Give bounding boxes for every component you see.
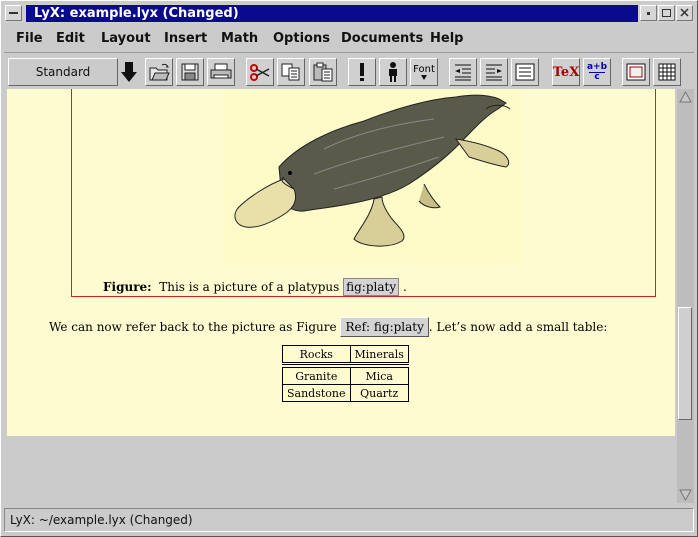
small-table[interactable]: Rocks Minerals Granite Mica Sandstone Qu…	[282, 345, 409, 402]
table-cell[interactable]: Sandstone	[282, 384, 351, 402]
lyx-window: LyX: example.lyx (Changed) File Edit Lay…	[0, 0, 698, 537]
unindent-icon	[455, 64, 471, 81]
arrow-down-icon	[121, 62, 137, 82]
paragraph-style-select[interactable]: Standard	[8, 58, 118, 86]
close-button[interactable]	[676, 5, 693, 21]
insert-table-button[interactable]	[653, 58, 681, 86]
menu-insert[interactable]: Insert	[164, 31, 207, 46]
emphasize-button[interactable]	[348, 58, 376, 86]
figure-caption-text: This is a picture of a platypus	[159, 280, 340, 294]
menu-options[interactable]: Options	[273, 31, 330, 46]
title-bar[interactable]: LyX: example.lyx (Changed)	[4, 4, 694, 23]
cut-button[interactable]	[246, 58, 274, 86]
font-label: Font	[413, 63, 435, 75]
depth-plus-button[interactable]	[480, 58, 508, 86]
figure-icon	[626, 63, 646, 81]
math-label-top: a+b	[586, 61, 608, 72]
exclamation-icon	[360, 63, 364, 81]
figure-caption-label: Figure:	[103, 280, 152, 294]
table-cell[interactable]: Granite	[282, 367, 351, 385]
figure-label-inset[interactable]: fig:platy	[343, 278, 400, 296]
open-button[interactable]	[145, 58, 173, 86]
scissors-icon	[250, 64, 270, 81]
font-button[interactable]: Font	[410, 58, 438, 86]
print-button[interactable]	[207, 58, 235, 86]
menu-math[interactable]: Math	[221, 31, 258, 46]
triangle-up-icon	[679, 91, 692, 103]
paste-icon	[313, 62, 333, 82]
save-disk-icon	[181, 63, 199, 81]
copy-button[interactable]	[277, 58, 305, 86]
reference-inset[interactable]: Ref: fig:platy	[340, 317, 429, 337]
table-header-row: Rocks Minerals	[282, 345, 409, 364]
body-paragraph: We can now refer back to the picture as …	[49, 317, 607, 337]
platypus-illustration	[234, 94, 511, 247]
paragraph-icon	[515, 63, 535, 81]
small-arrow-down-icon	[421, 74, 427, 80]
paragraph-before-ref: We can now refer back to the picture as …	[49, 320, 337, 334]
scroll-up-button[interactable]	[677, 89, 694, 105]
table-cell[interactable]: Mica	[349, 367, 409, 385]
scroll-down-button[interactable]	[677, 487, 694, 503]
document-area[interactable]: Figure: This is a picture of a platypus …	[7, 89, 675, 436]
menu-layout[interactable]: Layout	[101, 31, 151, 46]
table-cell[interactable]: Quartz	[349, 384, 409, 402]
copy-icon	[281, 63, 300, 81]
insert-figure-button[interactable]	[622, 58, 650, 86]
window-title: LyX: example.lyx (Changed)	[26, 5, 638, 22]
tex-icon: TeX	[552, 64, 580, 80]
menu-documents[interactable]: Documents	[341, 31, 423, 46]
depth-minus-button[interactable]	[449, 58, 477, 86]
figure-caption: Figure: This is a picture of a platypus …	[103, 278, 407, 296]
toolbar: Standard Font TeX a+b c	[4, 55, 694, 89]
close-icon	[680, 8, 689, 17]
menu-file[interactable]: File	[16, 31, 43, 46]
math-label-bottom: c	[594, 71, 600, 82]
save-button[interactable]	[176, 58, 204, 86]
menu-edit[interactable]: Edit	[56, 31, 85, 46]
table-row: Sandstone Quartz	[282, 384, 409, 402]
figure-float	[71, 89, 656, 297]
noun-button[interactable]	[379, 58, 407, 86]
vertical-scrollbar[interactable]	[677, 89, 694, 503]
table-cell[interactable]: Minerals	[349, 345, 409, 364]
maximize-button[interactable]	[658, 5, 675, 21]
paragraph-after-ref: . Let’s now add a small table:	[428, 320, 608, 334]
status-bar: LyX: ~/example.lyx (Changed)	[4, 508, 694, 532]
menu-bar: File Edit Layout Insert Math Options Doc…	[4, 26, 694, 53]
open-folder-icon	[149, 63, 170, 81]
style-dropdown-button[interactable]	[117, 58, 141, 86]
table-cell[interactable]: Rocks	[282, 345, 351, 364]
paste-button[interactable]	[309, 58, 337, 86]
platypus-image	[224, 89, 522, 264]
indent-icon	[486, 64, 502, 81]
document-empty-area	[7, 436, 675, 503]
window-menu-button[interactable]	[5, 5, 22, 21]
menu-help[interactable]: Help	[430, 31, 463, 46]
minimize-button[interactable]	[640, 5, 657, 21]
triangle-down-icon	[679, 489, 692, 501]
tex-button[interactable]: TeX	[552, 58, 580, 86]
scroll-thumb[interactable]	[678, 307, 692, 420]
paragraph-layout-button[interactable]	[511, 58, 539, 86]
table-row: Granite Mica	[282, 367, 409, 385]
person-icon	[389, 62, 397, 82]
printer-icon	[210, 63, 232, 79]
table-icon	[658, 63, 676, 81]
math-mode-button[interactable]: a+b c	[583, 58, 611, 86]
